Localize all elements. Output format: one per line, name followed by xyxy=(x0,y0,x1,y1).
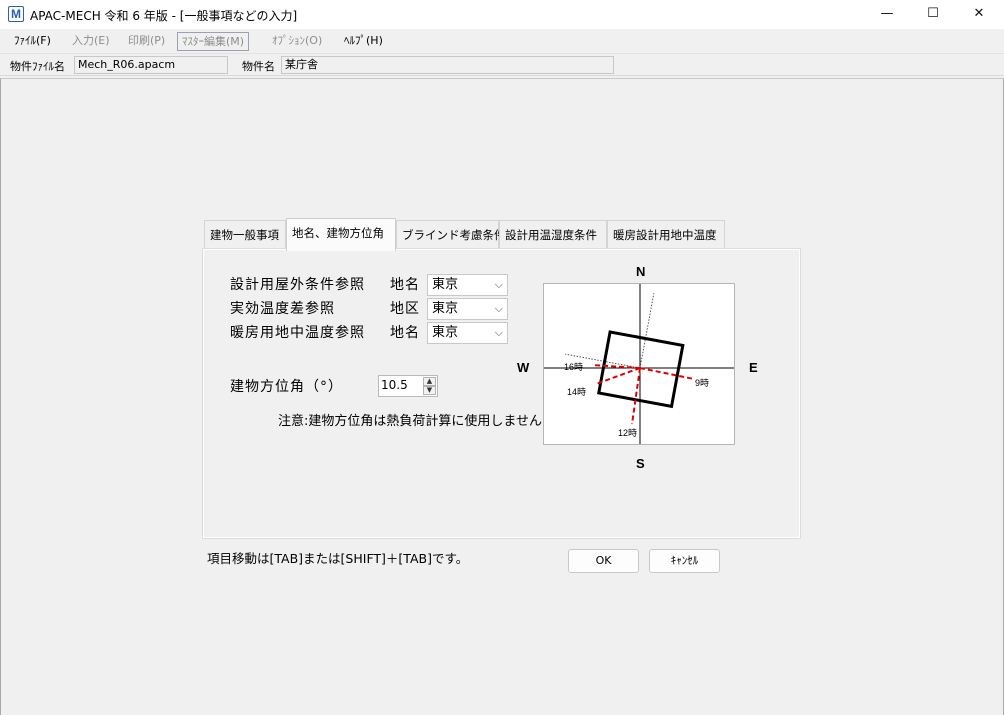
window-title: APAC-MECH 令和 6 年版 - [一般事項などの入力] xyxy=(30,9,298,23)
menu-help[interactable]: ﾍﾙﾌﾟ(H) xyxy=(340,32,387,51)
navigation-hint: 項目移動は[TAB]または[SHIFT]＋[TAB]です。 xyxy=(207,551,469,566)
compass-drawing: 16時 14時 12時 9時 xyxy=(544,284,734,444)
ground-temp-location-value: 東京 xyxy=(432,325,459,340)
compass-north-label: N xyxy=(636,264,646,279)
property-info-bar: 物件ﾌｧｲﾙ名 Mech_R06.apacm 物件名 某庁舎 xyxy=(0,53,1004,76)
outdoor-condition-label: 設計用屋外条件参照 xyxy=(230,277,365,293)
compass-west-label: W xyxy=(517,360,530,375)
ground-temp-label: 暖房用地中温度参照 xyxy=(230,325,365,341)
menu-input[interactable]: 入力(E) xyxy=(68,32,114,51)
chevron-down-icon: ⌵ xyxy=(494,326,503,339)
file-name-field: Mech_R06.apacm xyxy=(74,56,228,74)
menu-master-edit[interactable]: ﾏｽﾀｰ編集(M) xyxy=(177,32,250,51)
azimuth-note: 注意:建物方位角は熱負荷計算に使用しません xyxy=(278,414,542,429)
property-name-label: 物件名 xyxy=(242,60,275,73)
tab-design-temperature[interactable]: 設計用温湿度条件 xyxy=(499,220,607,249)
chevron-down-icon: ⌵ xyxy=(494,302,503,315)
hour-label-12: 12時 xyxy=(618,428,637,438)
maximize-icon[interactable]: ☐ xyxy=(910,0,956,29)
tab-blind-conditions[interactable]: ブラインド考慮条件 xyxy=(396,220,506,249)
effective-temp-region-select[interactable]: 東京 ⌵ xyxy=(427,298,508,320)
title-bar: M APAC-MECH 令和 6 年版 - [一般事項などの入力] — ☐ ✕ xyxy=(0,0,1004,29)
sun-ray-9 xyxy=(639,367,695,380)
azimuth-spinner[interactable]: 10.5 ▲ ▼ xyxy=(378,375,438,397)
ground-temp-location-select[interactable]: 東京 ⌵ xyxy=(427,322,508,344)
compass-east-label: E xyxy=(749,360,758,375)
sun-ray-12 xyxy=(631,367,641,425)
spin-up-icon[interactable]: ▲ xyxy=(423,377,436,386)
tab-location-azimuth[interactable]: 地名、建物方位角 xyxy=(286,218,396,251)
ok-button[interactable]: OK xyxy=(568,549,639,573)
hour-label-14: 14時 xyxy=(567,387,586,397)
tab-ground-temperature[interactable]: 暖房設計用地中温度 xyxy=(607,220,725,249)
minimize-icon[interactable]: — xyxy=(864,0,910,29)
menu-options[interactable]: ｵﾌﾟｼｮﾝ(O) xyxy=(268,32,326,51)
hour-label-16: 16時 xyxy=(564,362,583,372)
tab-building-general[interactable]: 建物一般事項 xyxy=(204,220,286,249)
property-name-field: 某庁舎 xyxy=(281,56,614,74)
file-name-label: 物件ﾌｧｲﾙ名 xyxy=(10,60,65,73)
outdoor-location-value: 東京 xyxy=(432,277,459,292)
cancel-button[interactable]: ｷｬﾝｾﾙ xyxy=(649,549,720,573)
compass-diagram: 16時 14時 12時 9時 xyxy=(543,283,735,445)
azimuth-label: 建物方位角（°） xyxy=(230,379,343,395)
building-axis xyxy=(565,293,655,369)
azimuth-value: 10.5 xyxy=(381,378,408,392)
close-icon[interactable]: ✕ xyxy=(956,0,1002,29)
menu-print[interactable]: 印刷(P) xyxy=(124,32,169,51)
outdoor-condition-sublabel: 地名 xyxy=(390,277,420,293)
outdoor-location-select[interactable]: 東京 ⌵ xyxy=(427,274,508,296)
effective-temp-label: 実効温度差参照 xyxy=(230,301,335,317)
app-logo-icon: M xyxy=(8,6,24,22)
effective-temp-region-value: 東京 xyxy=(432,301,459,316)
ground-temp-sublabel: 地名 xyxy=(390,325,420,341)
compass-south-label: S xyxy=(636,456,645,471)
effective-temp-sublabel: 地区 xyxy=(390,301,420,317)
menu-file[interactable]: ﾌｧｲﾙ(F) xyxy=(10,32,55,51)
hour-label-9: 9時 xyxy=(695,378,709,388)
menu-bar: ﾌｧｲﾙ(F) 入力(E) 印刷(P) ﾏｽﾀｰ編集(M) ｵﾌﾟｼｮﾝ(O) … xyxy=(0,29,1004,53)
chevron-down-icon: ⌵ xyxy=(494,278,503,291)
spin-down-icon[interactable]: ▼ xyxy=(423,386,436,395)
